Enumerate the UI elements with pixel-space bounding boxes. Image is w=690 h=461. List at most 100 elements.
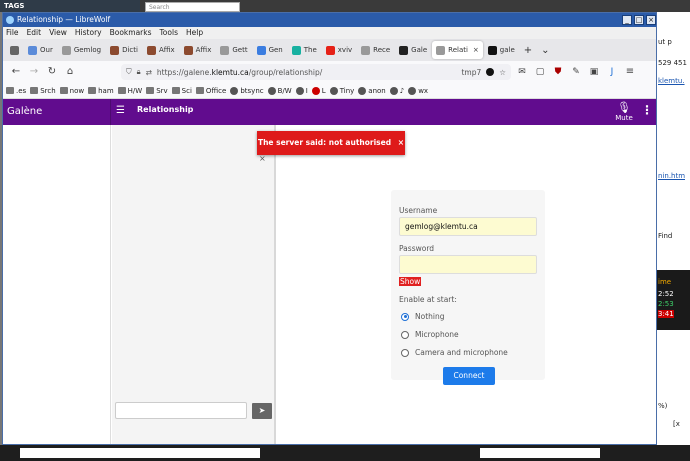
connect-button[interactable]: Connect [443, 367, 495, 385]
lock-icon[interactable]: 🔒︎ [137, 67, 141, 77]
bookmark-item[interactable]: now [59, 87, 84, 95]
app-menu-icon[interactable]: ≡ [623, 65, 637, 79]
bookmark-item[interactable]: Srv [146, 87, 168, 95]
bookmark-item[interactable]: Office [195, 86, 227, 95]
send-button[interactable]: ➤ [252, 403, 272, 419]
tab[interactable]: xviv [322, 41, 356, 59]
bookmark-item[interactable]: Sci [171, 87, 192, 95]
radio-nothing[interactable]: Nothing [401, 312, 445, 321]
tab[interactable]: Affix [143, 41, 179, 59]
minimize-button[interactable]: _ [622, 15, 632, 25]
menu-history[interactable]: History [75, 27, 102, 39]
permissions-icon[interactable]: ⇄ [146, 68, 152, 77]
j-extension-icon[interactable]: J [605, 65, 619, 79]
new-tab-icon[interactable]: + [520, 41, 536, 59]
bookmark-item[interactable]: I [295, 86, 308, 95]
tab[interactable]: Our [24, 41, 57, 59]
tab[interactable]: Gett [216, 41, 251, 59]
extension-icon[interactable]: ✎ [569, 65, 583, 79]
radio-label: Camera and microphone [415, 348, 508, 357]
tab-label: Affix [195, 46, 212, 54]
browser-window: Relationship — LibreWolf _ □ × File Edit… [2, 12, 657, 445]
microphone-icon: 🎙︎ [617, 101, 631, 114]
mute-button[interactable]: 🎙︎ Mute [609, 101, 639, 123]
menu-view[interactable]: View [49, 27, 67, 39]
tab[interactable]: gale [484, 41, 519, 59]
radio-checked-icon[interactable] [401, 312, 409, 321]
globe-icon [329, 86, 338, 95]
tab[interactable] [6, 41, 23, 59]
toast-close-icon[interactable]: × [398, 138, 404, 147]
menu-help[interactable]: Help [186, 27, 203, 39]
bg-text-2: 529 451 [658, 59, 687, 67]
shield-icon[interactable]: ⛉ [126, 67, 132, 77]
forward-icon[interactable]: → [27, 65, 41, 79]
tab[interactable]: The [288, 41, 321, 59]
bookmark-item[interactable]: wx [408, 86, 428, 95]
taskbar-item[interactable] [480, 448, 600, 458]
url-bar[interactable]: ⛉ 🔒︎ ⇄ https://galene.klemtu.ca/group/re… [121, 64, 511, 80]
menu-bookmarks[interactable]: Bookmarks [110, 27, 152, 39]
mastodon-icon [28, 45, 37, 55]
url-text[interactable]: https://galene.klemtu.ca/group/relations… [157, 68, 457, 77]
username-input[interactable]: gemlog@klemtu.ca [399, 217, 537, 236]
window-titlebar[interactable]: Relationship — LibreWolf _ □ × [3, 13, 656, 27]
account-icon[interactable]: ▣ [587, 65, 601, 79]
bookmark-label: Office [205, 86, 227, 95]
radio-microphone[interactable]: Microphone [401, 330, 459, 339]
bookmark-item[interactable]: anon [358, 86, 386, 95]
tab[interactable]: Affix [180, 41, 216, 59]
bg-link-2[interactable]: nin.htm [658, 172, 685, 180]
bookmark-label: .es [16, 86, 27, 95]
container-label[interactable]: tmp7 [461, 68, 481, 77]
bookmark-item[interactable]: ♪ [389, 86, 404, 95]
taskbar-item[interactable] [20, 448, 260, 458]
radio-camera-and-microphone[interactable]: Camera and microphone [401, 348, 508, 357]
tab[interactable]: Dicti [106, 41, 142, 59]
bookmark-item[interactable]: btsync [230, 86, 264, 95]
radio-unchecked-icon[interactable] [401, 330, 409, 339]
tab[interactable]: Rece [357, 41, 394, 59]
back-icon[interactable]: ← [9, 65, 23, 79]
bookmark-item[interactable]: Srch [30, 87, 56, 95]
bg-link-1[interactable]: klemtu. [658, 77, 685, 85]
reload-icon[interactable]: ↻ [45, 65, 59, 79]
app-brand: Galène [3, 99, 111, 125]
tab[interactable]: Gemlog [58, 41, 105, 59]
chat-input[interactable] [115, 402, 247, 419]
menu-edit[interactable]: Edit [27, 27, 42, 39]
tab-active[interactable]: Relati × [432, 41, 483, 59]
hamburger-menu-icon[interactable]: ☰ [116, 106, 126, 116]
bookmark-item[interactable]: Tiny [329, 86, 354, 95]
folder-icon [195, 87, 204, 94]
menu-tools[interactable]: Tools [160, 27, 178, 39]
globe-icon [311, 86, 320, 95]
pocket-icon[interactable]: ▢ [533, 65, 547, 79]
bookmark-item[interactable]: B/W [267, 86, 292, 95]
tab[interactable]: Gen [253, 41, 287, 59]
mail-icon[interactable]: ✉ [515, 65, 529, 79]
bookmark-item[interactable]: H/W [117, 87, 142, 95]
chevron-left-icon [10, 45, 19, 55]
bookmark-star-icon[interactable]: ☆ [499, 68, 506, 77]
background-search-input[interactable]: Search [145, 2, 240, 12]
bookmark-item[interactable]: .es [6, 87, 26, 95]
close-window-button[interactable]: × [646, 15, 656, 25]
tab-list-icon[interactable]: ⌄ [537, 41, 553, 59]
bookmark-item[interactable]: ham [88, 87, 114, 95]
ublock-icon[interactable]: ⛊ [551, 65, 565, 79]
panel-close-icon[interactable]: × [259, 154, 266, 163]
show-password-button[interactable]: Show [399, 277, 422, 286]
tab-close-icon[interactable]: × [473, 46, 479, 54]
maximize-button[interactable]: □ [634, 15, 644, 25]
home-icon[interactable]: ⌂ [63, 65, 77, 79]
bg-find[interactable]: Find [658, 232, 672, 240]
toast-message: The server said: not authorised [257, 138, 392, 147]
password-input[interactable] [399, 255, 537, 274]
tab[interactable]: Gale [395, 41, 431, 59]
bookmark-label: btsync [240, 86, 264, 95]
radio-unchecked-icon[interactable] [401, 348, 409, 357]
menu-file[interactable]: File [6, 27, 19, 39]
more-options-icon[interactable]: ⋮ [641, 103, 653, 117]
bookmark-item[interactable]: L [311, 86, 326, 95]
